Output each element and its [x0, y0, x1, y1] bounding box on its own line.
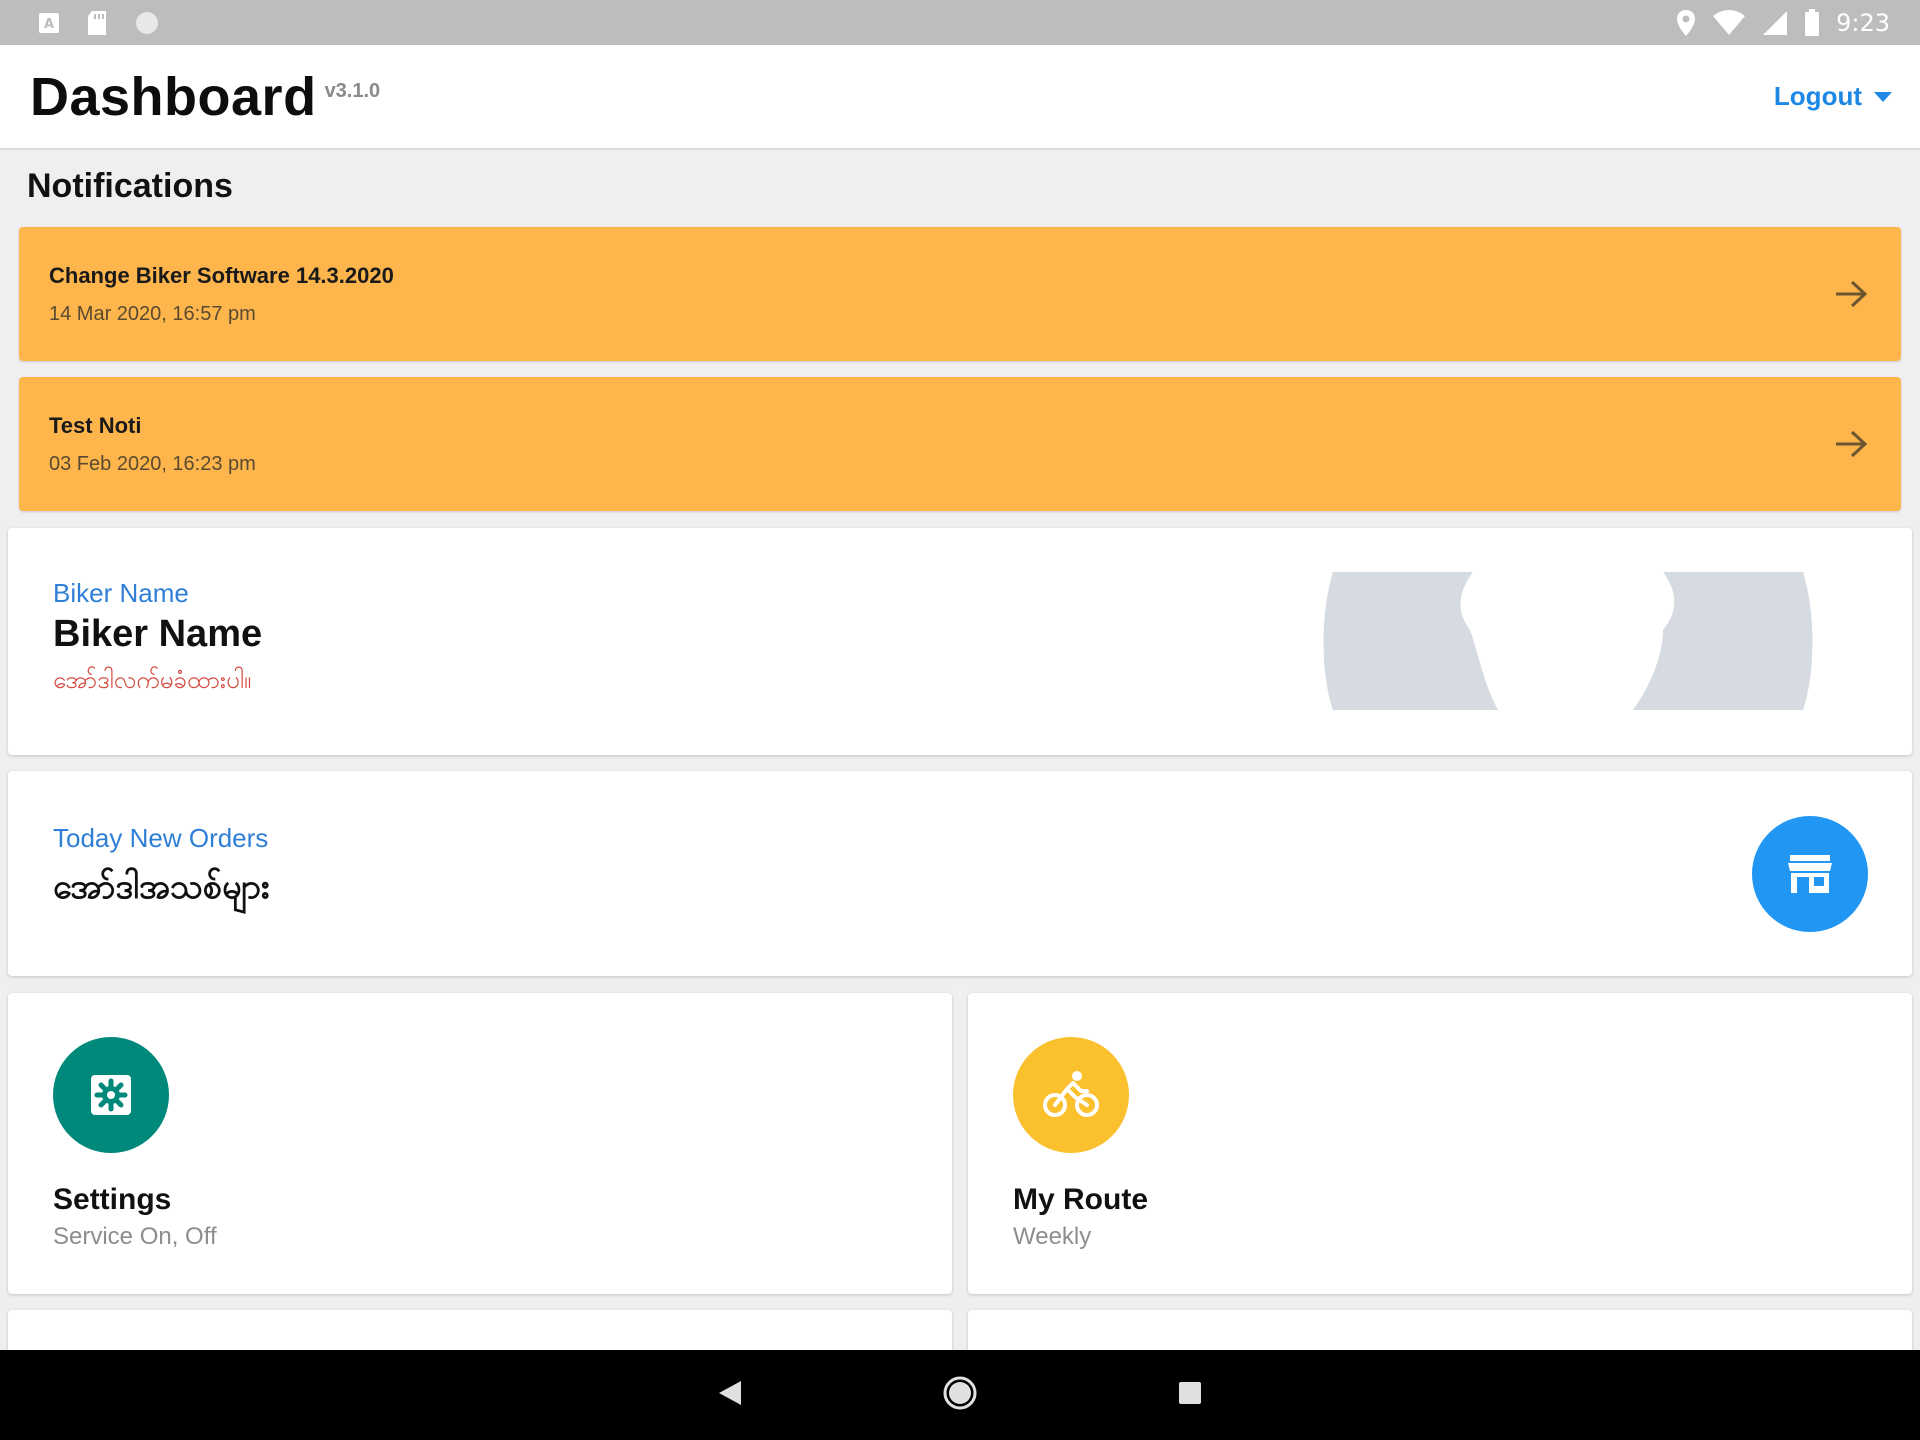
clock: 9:23 [1836, 8, 1890, 37]
notification-date: 03 Feb 2020, 16:23 pm [49, 452, 256, 475]
settings-card[interactable]: Settings Service On, Off [8, 993, 952, 1294]
notification-text: Change Biker Software 14.3.2020 14 Mar 2… [49, 263, 394, 326]
notifications-heading: Notifications [27, 167, 233, 205]
status-right: 9:23 [1676, 8, 1890, 37]
orders-label: Today New Orders [53, 823, 269, 853]
my-route-text: My Route Weekly [1013, 1183, 1148, 1251]
sd-card-icon [86, 10, 108, 36]
bike-icon-circle [1013, 1037, 1129, 1153]
status-bar: A 9:23 [0, 0, 1920, 45]
app-bar: Dashboard v3.1.0 Logout [0, 45, 1920, 150]
settings-text: Settings Service On, Off [53, 1183, 217, 1251]
orders-value: အော်ဒါအသစ်များ [53, 867, 270, 907]
version-label: v3.1.0 [324, 79, 381, 102]
caret-down-icon [1874, 91, 1892, 102]
avatar [1318, 572, 1818, 710]
battery-icon [1804, 8, 1820, 37]
notification-title: Change Biker Software 14.3.2020 [49, 262, 394, 288]
arrow-right-icon[interactable] [1831, 274, 1871, 314]
orders-card[interactable]: Today New Orders အော်ဒါအသစ်များ [8, 771, 1912, 976]
keyboard-a-icon: A [38, 12, 60, 34]
title-group: Dashboard v3.1.0 [30, 70, 380, 124]
settings-subtitle: Service On, Off [53, 1223, 217, 1250]
back-icon[interactable] [717, 1379, 743, 1412]
store-button[interactable] [1752, 816, 1868, 932]
my-route-subtitle: Weekly [1013, 1223, 1092, 1250]
settings-title: Settings [53, 1183, 172, 1216]
location-icon [1676, 9, 1696, 37]
logout-label: Logout [1773, 81, 1862, 111]
settings-icon [91, 1075, 131, 1115]
arrow-right-icon[interactable] [1831, 424, 1871, 464]
notification-text: Test Noti 03 Feb 2020, 16:23 pm [49, 413, 256, 476]
biker-card[interactable]: Biker Name Biker Name အော်ဒါလက်မခံထားပါ။ [8, 528, 1912, 755]
biker-name: Biker Name [53, 613, 263, 655]
bike-icon [1043, 1071, 1099, 1117]
my-route-title: My Route [1013, 1183, 1148, 1216]
notification-item[interactable]: Test Noti 03 Feb 2020, 16:23 pm [19, 377, 1901, 511]
my-route-card[interactable]: My Route Weekly [968, 993, 1912, 1294]
page-title: Dashboard [30, 66, 317, 127]
circle-status-icon [134, 10, 160, 36]
biker-info: Biker Name Biker Name အော်ဒါလက်မခံထားပါ။ [53, 578, 262, 700]
svg-text:A: A [44, 17, 54, 32]
logout-dropdown[interactable]: Logout [1774, 81, 1892, 112]
home-icon[interactable] [943, 1376, 977, 1415]
wifi-icon [1712, 9, 1746, 36]
store-icon [1788, 855, 1832, 893]
notification-date: 14 Mar 2020, 16:57 pm [49, 302, 256, 325]
notification-item[interactable]: Change Biker Software 14.3.2020 14 Mar 2… [19, 227, 1901, 361]
notification-title: Test Noti [49, 412, 142, 438]
biker-label: Biker Name [53, 578, 189, 608]
orders-info: Today New Orders အော်ဒါအသစ်များ [53, 823, 270, 915]
recents-icon[interactable] [1177, 1380, 1203, 1411]
navigation-bar [0, 1350, 1920, 1440]
settings-icon-circle [53, 1037, 169, 1153]
status-left-icons: A [38, 10, 160, 36]
signal-icon [1762, 10, 1788, 36]
biker-status: အော်ဒါလက်မခံထားပါ။ [53, 666, 252, 694]
